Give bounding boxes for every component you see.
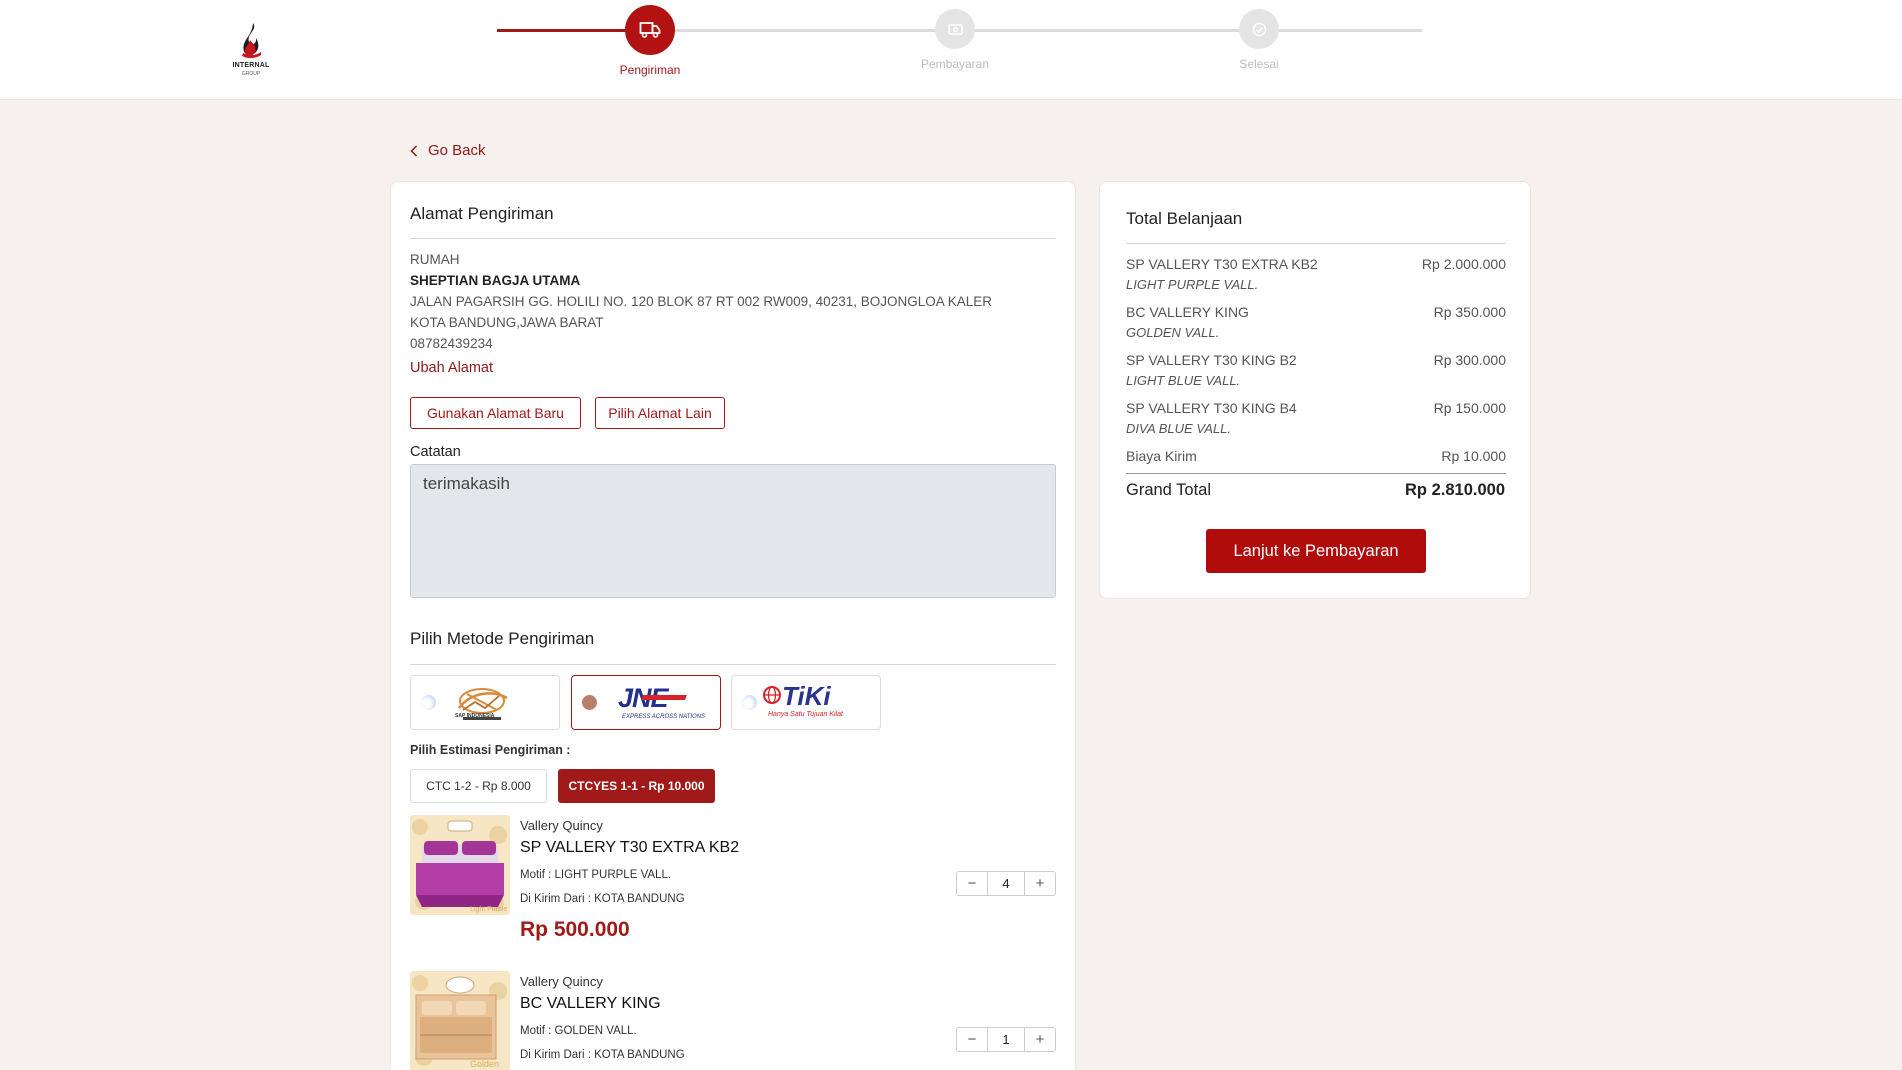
divider (1126, 243, 1506, 244)
svg-text:Golden: Golden (470, 1059, 499, 1069)
go-back-link[interactable]: Go Back (410, 142, 486, 159)
logo-subtext: GROUP (241, 71, 261, 77)
product-motif: Motif : LIGHT PURPLE VALL. (520, 869, 672, 881)
estimate-option-ctcyes[interactable]: CTCYES 1-1 - Rp 10.000 (558, 769, 715, 803)
cart-item: Light Purple Vallery Quincy SP VALLERY T… (410, 815, 1056, 955)
divider (1126, 473, 1506, 474)
summary-item-price: Rp 150.000 (1433, 400, 1506, 416)
summary-item-name: SP VALLERY T30 EXTRA KB2 (1126, 256, 1318, 272)
quantity-stepper: − 4 + (956, 871, 1056, 896)
summary-title: Total Belanjaan (1126, 209, 1243, 228)
product-brand: Vallery Quincy (520, 974, 603, 989)
notes-label: Catatan (410, 444, 461, 460)
grand-total-label: Grand Total (1126, 481, 1211, 499)
summary-item-name: SP VALLERY T30 KING B4 (1126, 400, 1297, 416)
estimate-label: Pilih Estimasi Pengiriman : (410, 743, 571, 757)
courier-option-sap[interactable]: SAP INDONESIA (410, 675, 560, 730)
summary-item: SP VALLERY T30 KING B2 LIGHT BLUE VALL. … (1126, 352, 1506, 396)
courier-option-jne[interactable]: JNE EXPRESS ACROSS NATIONS (571, 675, 721, 730)
wallet-icon (947, 24, 963, 35)
change-address-link[interactable]: Ubah Alamat (410, 360, 493, 376)
new-address-button[interactable]: Gunakan Alamat Baru (410, 397, 581, 429)
go-back-label: Go Back (428, 142, 486, 159)
product-name[interactable]: SP VALLERY T30 EXTRA KB2 (520, 839, 739, 857)
summary-item-name: BC VALLERY KING (1126, 304, 1249, 320)
step-label-pengiriman: Pengiriman (619, 63, 681, 77)
summary-item-price: Rp 2.000.000 (1421, 256, 1506, 272)
summary-item-price: Rp 350.000 (1433, 304, 1506, 320)
product-motif: Motif : GOLDEN VALL. (520, 1025, 637, 1037)
recipient-name: SHEPTIAN BAGJA UTAMA (410, 273, 581, 288)
divider (410, 238, 1056, 239)
product-origin: Di Kirim Dari : KOTA BANDUNG (520, 1049, 685, 1061)
address-street: JALAN PAGARSIH GG. HOLILI NO. 120 BLOK 8… (410, 294, 993, 309)
radio-unselected[interactable] (742, 695, 757, 710)
summary-item: SP VALLERY T30 EXTRA KB2 LIGHT PURPLE VA… (1126, 256, 1506, 300)
product-image[interactable]: Light Purple (410, 815, 510, 915)
check-circle-icon (1252, 22, 1266, 36)
product-brand: Vallery Quincy (520, 818, 603, 833)
truck-icon (639, 22, 661, 38)
product-image[interactable]: Golden (410, 971, 510, 1070)
address-label: RUMAH (410, 252, 460, 267)
continue-to-payment-button[interactable]: Lanjut ke Pembayaran (1206, 529, 1426, 573)
increase-qty-button[interactable]: + (1025, 1028, 1055, 1051)
step-pembayaran[interactable] (935, 9, 975, 49)
product-name[interactable]: BC VALLERY KING (520, 995, 661, 1013)
summary-item-variant: LIGHT BLUE VALL. (1126, 373, 1241, 388)
shipping-cost-label: Biaya Kirim (1126, 448, 1197, 464)
chevron-left-icon (410, 144, 418, 157)
radio-selected[interactable] (582, 695, 597, 710)
product-origin: Di Kirim Dari : KOTA BANDUNG (520, 893, 685, 905)
summary-item-price: Rp 300.000 (1433, 352, 1506, 368)
decrease-qty-button[interactable]: − (957, 1028, 987, 1051)
shipping-cost-row: Biaya Kirim Rp 10.000 (1126, 448, 1506, 470)
svg-text:Light Purple: Light Purple (470, 906, 507, 913)
decrease-qty-button[interactable]: − (957, 872, 987, 895)
estimate-option-ctc[interactable]: CTC 1-2 - Rp 8.000 (410, 769, 547, 803)
shipping-method-title: Pilih Metode Pengiriman (410, 629, 595, 648)
summary-item-variant: GOLDEN VALL. (1126, 325, 1220, 340)
notes-textarea[interactable]: terimakasih (410, 464, 1056, 598)
flame-logo-icon (242, 23, 261, 59)
internal-group-logo[interactable]: INTERNAL GROUP (228, 22, 274, 80)
step-label-selesai: Selesai (1239, 57, 1279, 71)
top-header: INTERNAL GROUP Pengiriman Pembayaran Sel… (0, 0, 1902, 100)
stepper-track-line (649, 29, 1422, 32)
summary-item-variant: LIGHT PURPLE VALL. (1126, 277, 1259, 292)
courier-option-tiki[interactable]: TiKi Hanya Satu Tujuan Kilat (731, 675, 881, 730)
bedsheet-golden-image: Golden (410, 971, 510, 1070)
recipient-phone: 08782439234 (410, 336, 493, 351)
bedsheet-purple-image: Light Purple (410, 815, 510, 915)
jne-logo-icon: JNE EXPRESS ACROSS NATIONS (612, 683, 705, 723)
logo-text: INTERNAL (232, 62, 270, 69)
shipping-form-card: Alamat Pengiriman RUMAH SHEPTIAN BAGJA U… (390, 181, 1076, 1070)
courier-name-tiki: TiKi (782, 681, 831, 711)
product-price: Rp 500.000 (520, 918, 630, 941)
increase-qty-button[interactable]: + (1025, 872, 1055, 895)
cart-item: Golden Vallery Quincy BC VALLERY KING Mo… (410, 971, 1056, 1070)
radio-unselected[interactable] (421, 695, 436, 710)
tiki-tagline: Hanya Satu Tujuan Kilat (768, 711, 843, 718)
quantity-value[interactable]: 4 (987, 872, 1025, 895)
tiki-globe-icon (763, 686, 781, 704)
address-section-title: Alamat Pengiriman (410, 204, 554, 223)
jne-tagline: EXPRESS ACROSS NATIONS (622, 714, 706, 720)
quantity-stepper: − 1 + (956, 1027, 1056, 1052)
shipping-cost-value: Rp 10.000 (1441, 448, 1506, 464)
step-pengiriman[interactable] (625, 5, 675, 55)
summary-item-variant: DIVA BLUE VALL. (1126, 421, 1232, 436)
grand-total-value: Rp 2.810.000 (1405, 481, 1505, 499)
other-address-button[interactable]: Pilih Alamat Lain (595, 397, 725, 429)
divider (410, 664, 1056, 665)
address-city: KOTA BANDUNG,JAWA BARAT (410, 315, 604, 330)
order-summary-card: Total Belanjaan SP VALLERY T30 EXTRA KB2… (1099, 181, 1531, 599)
step-label-pembayaran: Pembayaran (920, 57, 990, 71)
courier-name-sap: SAP INDONESIA (455, 713, 495, 719)
step-selesai[interactable] (1239, 9, 1279, 49)
summary-item: BC VALLERY KING GOLDEN VALL. Rp 350.000 (1126, 304, 1506, 348)
summary-item: SP VALLERY T30 KING B4 DIVA BLUE VALL. R… (1126, 400, 1506, 444)
summary-item-name: SP VALLERY T30 KING B2 (1126, 352, 1297, 368)
quantity-value[interactable]: 1 (987, 1028, 1025, 1051)
